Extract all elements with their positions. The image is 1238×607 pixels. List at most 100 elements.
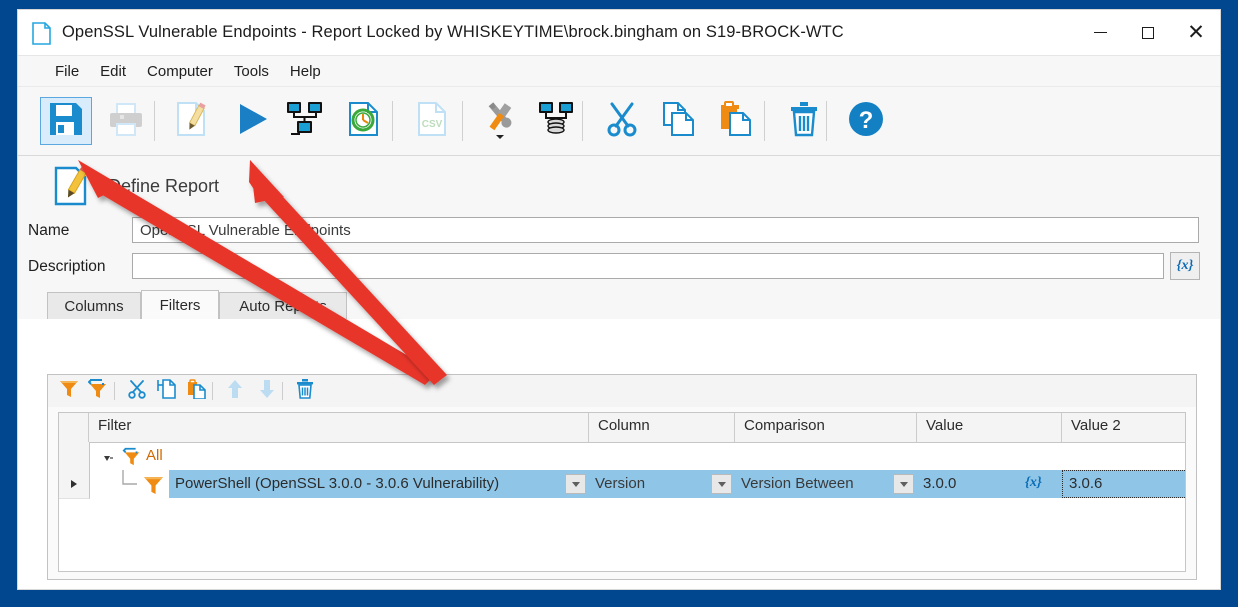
grid-corner-cell — [59, 413, 89, 442]
cut-button[interactable] — [596, 97, 648, 145]
expression-builder-icon[interactable]: {x} — [1170, 252, 1200, 280]
trash-can-icon — [296, 378, 314, 404]
menu-item-help[interactable]: Help — [281, 59, 330, 84]
close-button[interactable]: ✕ — [1172, 10, 1220, 55]
funnel-orange-icon — [59, 379, 79, 404]
copy-button[interactable] — [653, 97, 705, 145]
minimize-icon — [1093, 31, 1107, 34]
column-header-value2[interactable]: Value 2 — [1062, 413, 1185, 442]
column-dropdown-button[interactable] — [711, 474, 732, 494]
value2-cell[interactable]: 3.0.6 — [1069, 475, 1102, 492]
column-cell[interactable]: Version — [595, 475, 645, 492]
paste-clipboard-icon — [719, 100, 753, 142]
page-title: Define Report — [108, 176, 220, 196]
filter-toolbar-separator — [114, 382, 115, 400]
current-row-indicator — [71, 480, 77, 488]
tools-button[interactable] — [474, 97, 526, 145]
scissors-icon — [606, 101, 638, 142]
chevron-down-icon — [717, 481, 726, 487]
toolbar-separator — [462, 101, 463, 141]
menu-bar: File Edit Computer Tools Help — [18, 56, 1220, 87]
collapse-triangle-icon[interactable] — [103, 451, 114, 469]
column-header-column[interactable]: Column — [589, 413, 735, 442]
document-pencil-icon — [54, 166, 92, 206]
funnel-group-icon — [122, 446, 142, 471]
copy-filter-button[interactable] — [154, 378, 180, 404]
filter-toolbar-separator — [212, 382, 213, 400]
comparison-cell[interactable]: Version Between — [741, 475, 854, 492]
report-form: Name OpenSSL Vulnerable Endpoints Descri… — [18, 214, 1220, 290]
name-label: Name — [28, 222, 70, 239]
filters-panel: Filter Column Comparison Value Value 2 A… — [47, 374, 1197, 580]
comparison-dropdown-button[interactable] — [893, 474, 914, 494]
floppy-disk-icon — [48, 101, 84, 142]
move-down-button[interactable] — [254, 379, 280, 403]
computers-stack-icon — [537, 101, 575, 142]
column-header-filter[interactable]: Filter — [89, 413, 589, 442]
delete-filter-button[interactable] — [292, 378, 318, 404]
name-input[interactable]: OpenSSL Vulnerable Endpoints — [132, 217, 1199, 243]
column-header-comparison[interactable]: Comparison — [735, 413, 917, 442]
funnel-orange-icon — [143, 474, 164, 500]
export-csv-button[interactable]: CSV — [406, 97, 458, 145]
description-input[interactable] — [132, 253, 1164, 279]
move-up-button[interactable] — [222, 379, 248, 403]
computers-button[interactable] — [279, 97, 331, 145]
tab-columns[interactable]: Columns — [47, 292, 141, 319]
run-report-button[interactable] — [227, 97, 279, 145]
row-header-cell[interactable] — [59, 442, 90, 471]
chevron-down-icon — [899, 481, 908, 487]
value-expression-builder-icon[interactable]: {x} — [1025, 475, 1042, 491]
window-controls: ✕ — [1076, 10, 1220, 55]
svg-text:CSV: CSV — [422, 119, 443, 130]
document-clock-icon — [347, 101, 381, 142]
copy-page-icon — [157, 378, 177, 404]
add-filter-button[interactable] — [56, 379, 82, 403]
close-icon: ✕ — [1187, 21, 1205, 44]
arrow-down-icon — [259, 379, 275, 404]
define-report-header: Define Report — [18, 156, 1220, 214]
maximize-button[interactable] — [1124, 10, 1172, 55]
save-button[interactable] — [40, 97, 92, 145]
delete-button[interactable] — [778, 97, 830, 145]
chevron-down-icon — [571, 481, 580, 487]
help-button[interactable]: ? — [840, 97, 892, 145]
deploy-button[interactable] — [530, 97, 582, 145]
tab-filters[interactable]: Filters — [141, 290, 219, 319]
print-button[interactable] — [100, 97, 152, 145]
column-header-value[interactable]: Value — [917, 413, 1062, 442]
cut-filter-button[interactable] — [124, 379, 150, 403]
trash-can-icon — [789, 101, 819, 142]
filter-name-cell[interactable]: PowerShell (OpenSSL 3.0.0 - 3.0.6 Vulner… — [175, 475, 499, 492]
menu-item-tools[interactable]: Tools — [225, 59, 278, 84]
maximize-icon — [1142, 26, 1154, 39]
desktop-background: OpenSSL Vulnerable Endpoints - Report Lo… — [0, 0, 1238, 607]
document-pencil-icon — [175, 101, 209, 142]
value-cell[interactable]: 3.0.0 — [923, 475, 956, 492]
table-row[interactable]: All — [59, 442, 1185, 471]
paste-button[interactable] — [710, 97, 762, 145]
play-triangle-icon — [236, 101, 270, 142]
schedule-button[interactable] — [338, 97, 390, 145]
edit-report-button[interactable] — [166, 97, 218, 145]
add-group-button[interactable] — [86, 378, 112, 403]
application-window: OpenSSL Vulnerable Endpoints - Report Lo… — [17, 9, 1221, 590]
row-header-cell[interactable] — [59, 470, 90, 499]
menu-item-edit[interactable]: Edit — [91, 59, 135, 84]
document-icon — [32, 22, 51, 45]
menu-item-file[interactable]: File — [46, 59, 88, 84]
paste-filter-button[interactable] — [184, 378, 210, 403]
tab-auto-reports[interactable]: Auto Reports — [219, 292, 347, 319]
filter-toolbar — [48, 375, 1196, 407]
computers-network-icon — [286, 101, 324, 142]
minimize-button[interactable] — [1076, 10, 1124, 55]
filters-grid: Filter Column Comparison Value Value 2 A… — [58, 412, 1186, 572]
toolbar-separator — [582, 101, 583, 141]
tab-strip: Columns Filters Auto Reports — [18, 290, 1220, 319]
copy-pages-icon — [662, 101, 696, 142]
table-row[interactable]: PowerShell (OpenSSL 3.0.0 - 3.0.6 Vulner… — [59, 470, 1185, 500]
description-label: Description — [28, 258, 106, 275]
filter-toolbar-separator — [282, 382, 283, 400]
menu-item-computer[interactable]: Computer — [138, 59, 222, 84]
filter-name-dropdown-button[interactable] — [565, 474, 586, 494]
